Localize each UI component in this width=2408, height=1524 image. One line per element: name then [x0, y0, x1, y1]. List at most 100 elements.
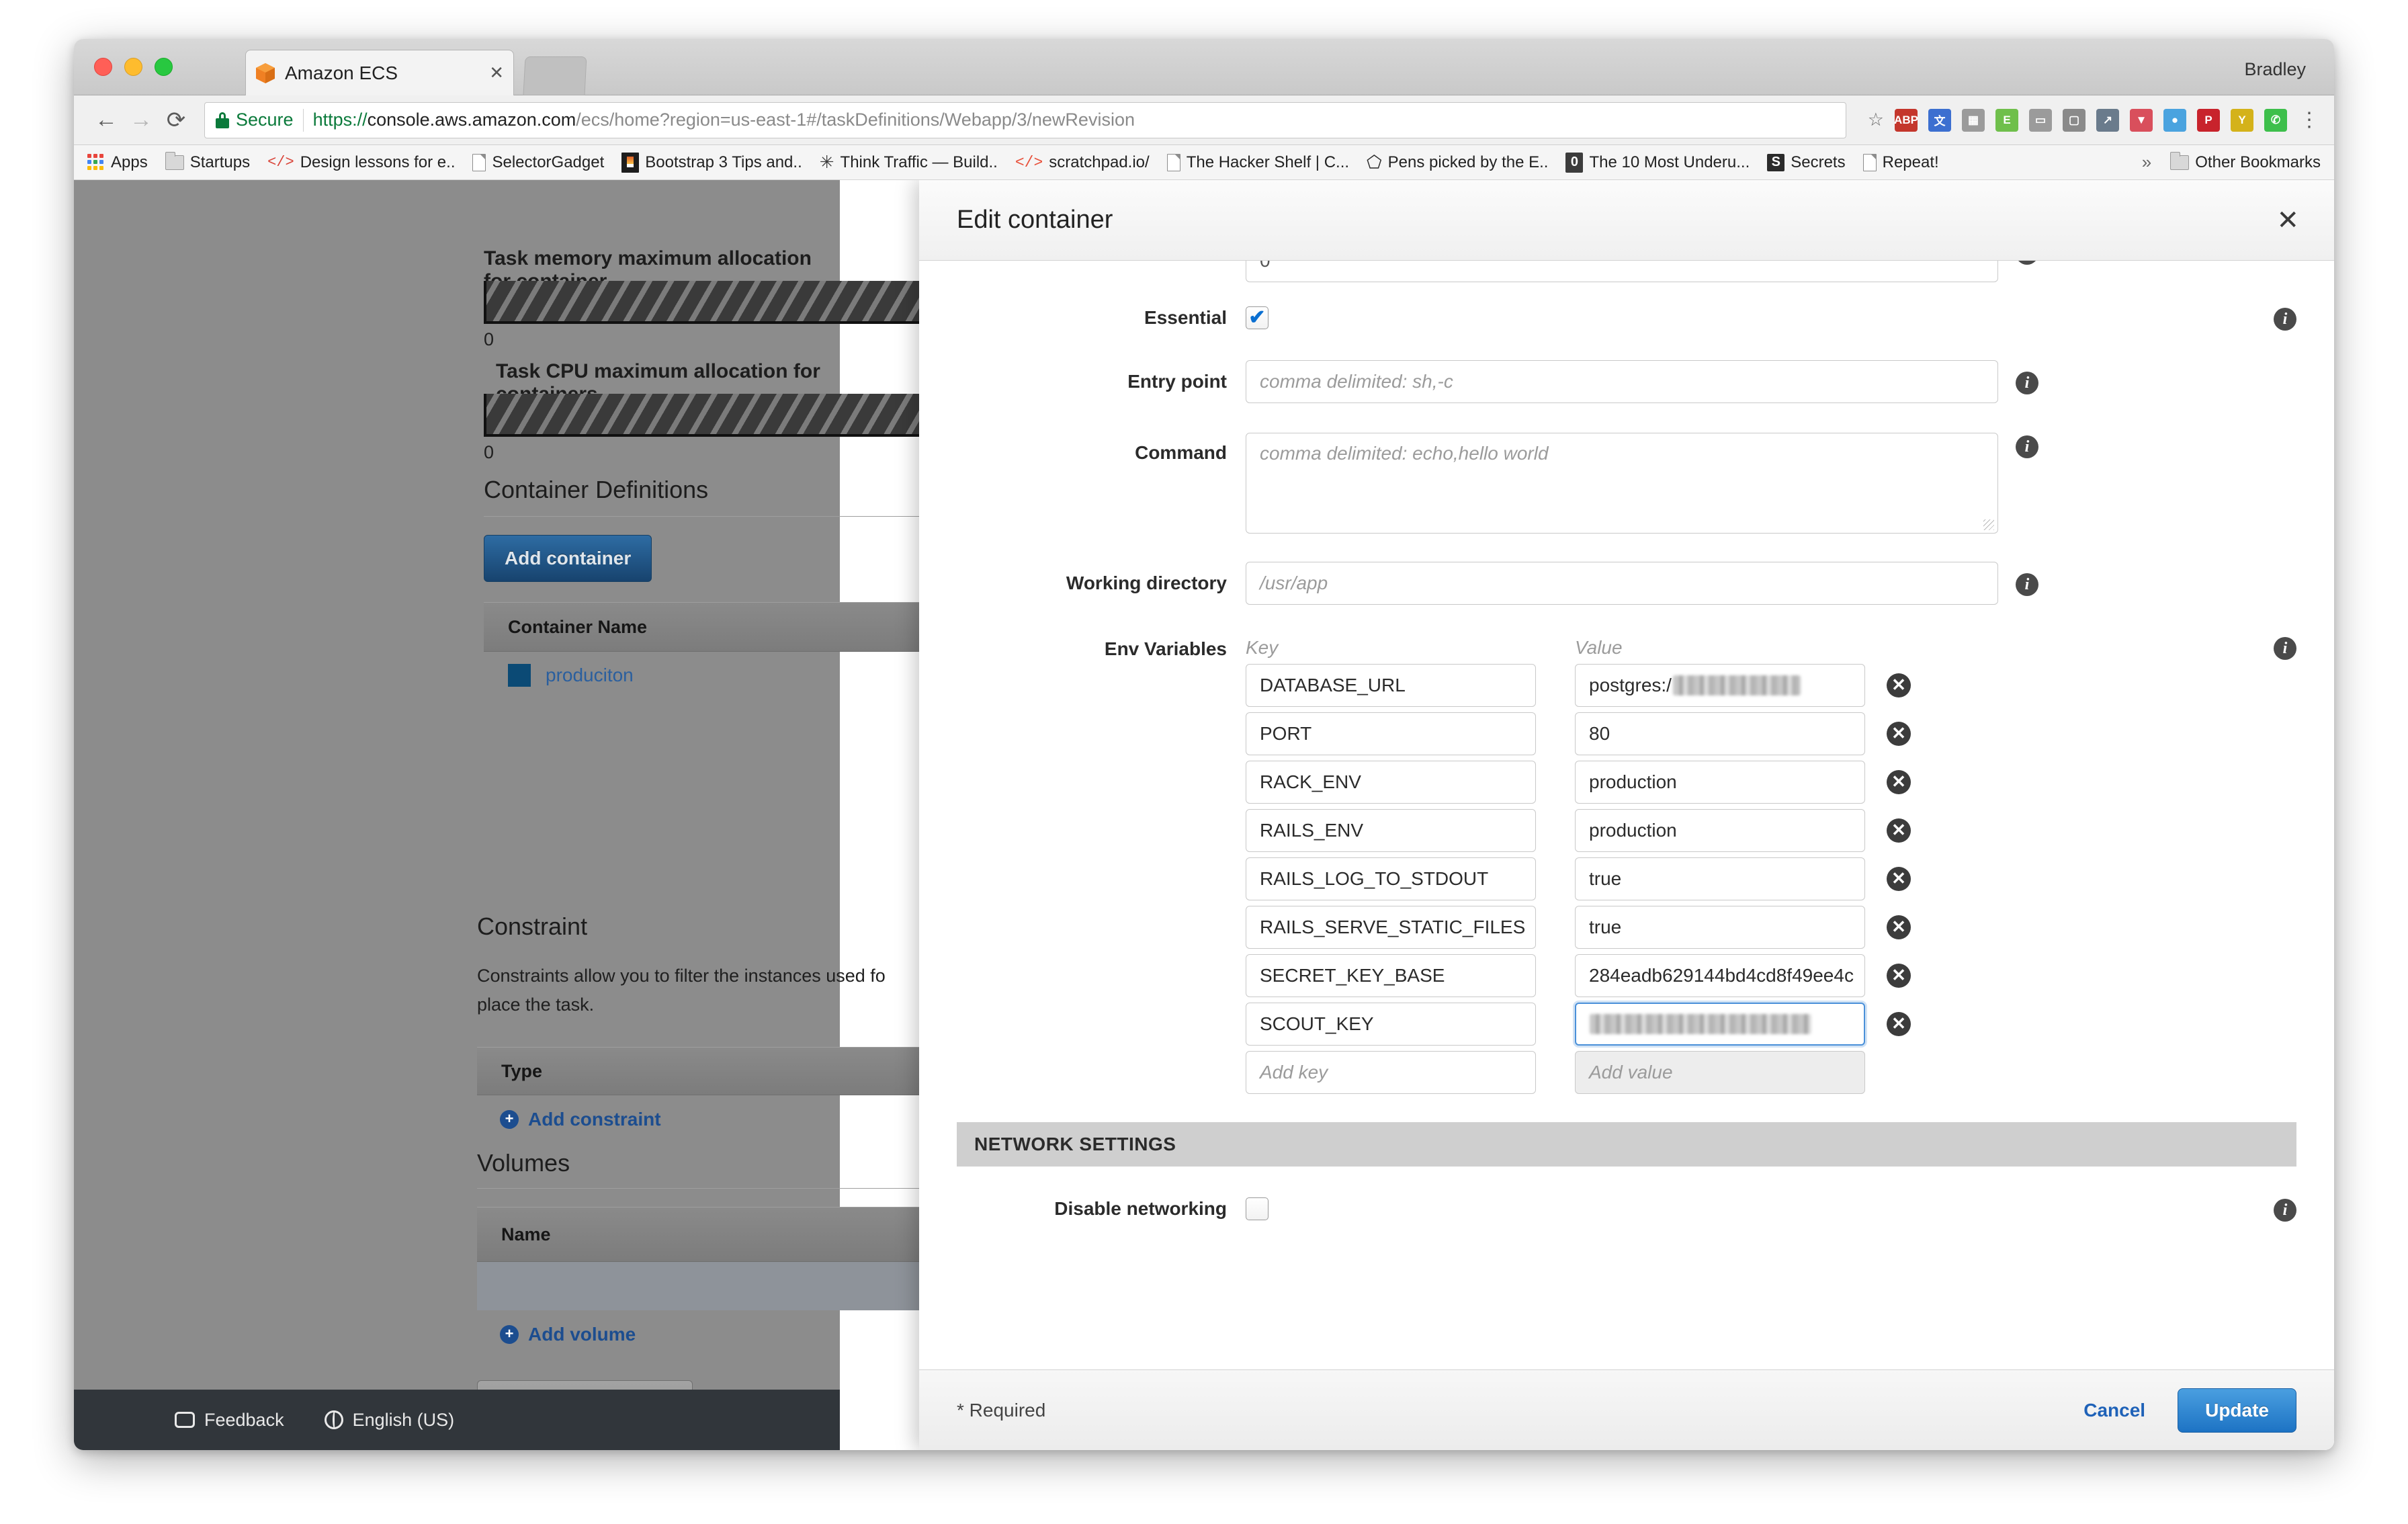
add-volume-link[interactable]: + Add volume	[500, 1324, 636, 1345]
essential-checkbox[interactable]: ✔	[1246, 306, 1268, 329]
puzzle-extension-icon[interactable]: ▦	[1962, 108, 1985, 132]
pocket-extension-icon[interactable]: ▼	[2130, 108, 2153, 132]
reload-icon[interactable]: ⟳	[159, 103, 194, 138]
back-icon[interactable]: ←	[89, 103, 124, 138]
constraint-description: Constraints allow you to filter the inst…	[477, 966, 886, 986]
console-content: Task memory maximum allocation for conta…	[74, 180, 941, 1450]
info-icon[interactable]: i	[2016, 261, 2038, 265]
entry-point-input[interactable]: comma delimited: sh,-c	[1246, 360, 1998, 403]
required-note: * Required	[957, 1399, 1046, 1421]
remove-env-variable-button[interactable]: ✕	[1887, 1012, 1911, 1036]
remove-env-variable-button[interactable]: ✕	[1887, 964, 1911, 988]
bookmark-scratchpad[interactable]: </> scratchpad.io/	[1015, 153, 1150, 172]
info-icon[interactable]: i	[2274, 637, 2296, 660]
yandex-extension-icon[interactable]: Y	[2231, 108, 2253, 132]
add-container-button[interactable]: Add container	[484, 535, 652, 582]
info-icon[interactable]: i	[2016, 372, 2038, 394]
forward-icon[interactable]: →	[124, 103, 159, 138]
env-value-input[interactable]: production	[1575, 761, 1865, 804]
address-bar[interactable]: Secure https://console.aws.amazon.com/ec…	[204, 101, 1846, 138]
cpu-units-input[interactable]: 0	[1246, 261, 1998, 282]
new-tab-button[interactable]	[523, 56, 587, 95]
env-key-input[interactable]: DATABASE_URL	[1246, 664, 1536, 707]
bookmark-selectorgadget[interactable]: SelectorGadget	[472, 153, 604, 172]
tab-extension-icon[interactable]: ▭	[2029, 108, 2052, 132]
env-key-header: Key	[1246, 637, 1279, 658]
close-icon[interactable]: ✕	[2276, 207, 2299, 234]
command-row: Command comma delimited: echo,hello worl…	[957, 433, 2296, 534]
env-variable-row: SCOUT_KEY ✕	[1246, 1003, 2256, 1046]
globe-extension-icon[interactable]: ●	[2163, 108, 2186, 132]
env-value-input[interactable]: true	[1575, 906, 1865, 949]
bookmark-startups[interactable]: Startups	[165, 151, 250, 172]
bookmark-think-traffic[interactable]: ✳ Think Traffic — Build..	[820, 152, 998, 173]
bookmark-apps[interactable]: Apps	[87, 153, 148, 172]
add-constraint-link[interactable]: + Add constraint	[500, 1109, 661, 1130]
browser-tab[interactable]: Amazon ECS ✕	[245, 50, 514, 95]
remove-env-variable-button[interactable]: ✕	[1887, 867, 1911, 891]
env-key-input[interactable]: PORT	[1246, 712, 1536, 755]
adblock-extension-icon[interactable]: ABP	[1894, 108, 1918, 132]
env-key-input[interactable]: SECRET_KEY_BASE	[1246, 954, 1536, 997]
translate-extension-icon[interactable]: 文	[1928, 108, 1951, 132]
env-value-input[interactable]: true	[1575, 857, 1865, 900]
bookmark-star-icon[interactable]: ☆	[1868, 110, 1884, 130]
bookmark-design-lessons[interactable]: </> Design lessons for e..	[267, 153, 455, 172]
note-extension-icon[interactable]: ▢	[2063, 108, 2086, 132]
modal-body[interactable]: CPU units 0 i Essential ✔ i	[919, 261, 2334, 1369]
remove-env-variable-button[interactable]: ✕	[1887, 818, 1911, 843]
env-key-input[interactable]: RAILS_SERVE_STATIC_FILES	[1246, 906, 1536, 949]
info-icon[interactable]: i	[2274, 1199, 2296, 1222]
info-icon[interactable]: i	[2016, 435, 2038, 458]
bookmark-label: Think Traffic — Build..	[840, 153, 998, 171]
remove-env-variable-button[interactable]: ✕	[1887, 722, 1911, 746]
pinterest-extension-icon[interactable]: P	[2197, 108, 2220, 132]
bookmark-codepen-picks[interactable]: ⬠ Pens picked by the E..	[1367, 152, 1548, 173]
table-row[interactable]: produciton	[484, 652, 941, 699]
env-value-input[interactable]: 80	[1575, 712, 1865, 755]
bookmark-ten-most-underused[interactable]: 0 The 10 Most Underu...	[1565, 152, 1750, 173]
update-button[interactable]: Update	[2178, 1388, 2296, 1433]
container-name-link[interactable]: produciton	[546, 665, 634, 686]
remove-env-variable-button[interactable]: ✕	[1887, 673, 1911, 697]
minimize-window-button[interactable]	[124, 58, 142, 76]
disable-networking-checkbox[interactable]	[1246, 1197, 1268, 1220]
env-value-input[interactable]: production	[1575, 809, 1865, 852]
resize-handle[interactable]	[1983, 519, 1994, 530]
env-value-input[interactable]: postgres:/	[1575, 664, 1865, 707]
info-icon[interactable]: i	[2016, 573, 2038, 596]
working-directory-input[interactable]: /usr/app	[1246, 562, 1998, 605]
language-selector[interactable]: English (US)	[324, 1410, 454, 1431]
whatsapp-extension-icon[interactable]: ✆	[2264, 108, 2287, 132]
cancel-button[interactable]: Cancel	[2083, 1400, 2145, 1421]
other-bookmarks-folder[interactable]: Other Bookmarks	[2170, 151, 2321, 172]
bookmark-repeat[interactable]: Repeat!	[1862, 153, 1939, 172]
env-key-input[interactable]: RAILS_LOG_TO_STDOUT	[1246, 857, 1536, 900]
entry-point-row: Entry point comma delimited: sh,-c i	[957, 360, 2296, 403]
remove-env-variable-button[interactable]: ✕	[1887, 770, 1911, 794]
browser-menu-icon[interactable]: ⋮	[2299, 108, 2319, 132]
close-window-button[interactable]	[94, 58, 112, 76]
bookmark-bootstrap-tips[interactable]: Bootstrap 3 Tips and..	[621, 152, 802, 173]
env-key-input[interactable]: RAILS_ENV	[1246, 809, 1536, 852]
env-value-input[interactable]	[1575, 1003, 1865, 1046]
close-icon[interactable]: ✕	[489, 62, 504, 83]
env-new-value-input[interactable]: Add value	[1575, 1051, 1865, 1094]
env-value-input[interactable]: 284eadb629144bd4cd8f49ee4c	[1575, 954, 1865, 997]
bookmark-secrets[interactable]: S Secrets	[1767, 153, 1846, 172]
env-key-input[interactable]: SCOUT_KEY	[1246, 1003, 1536, 1046]
env-key-input[interactable]: RACK_ENV	[1246, 761, 1536, 804]
evernote-extension-icon[interactable]: E	[1995, 108, 2018, 132]
bookmark-hacker-shelf[interactable]: The Hacker Shelf | C...	[1166, 153, 1349, 172]
maximize-window-button[interactable]	[155, 58, 173, 76]
command-textarea[interactable]: comma delimited: echo,hello world	[1246, 433, 1998, 534]
remove-env-variable-button[interactable]: ✕	[1887, 915, 1911, 939]
env-new-key-input[interactable]: Add key	[1246, 1051, 1536, 1094]
info-icon[interactable]: i	[2274, 308, 2296, 331]
analytics-extension-icon[interactable]: ↗	[2096, 108, 2119, 132]
browser-profile-name[interactable]: Bradley	[2244, 59, 2306, 80]
url-scheme: https://	[312, 110, 368, 130]
chevron-double-right-icon[interactable]: »	[2142, 152, 2151, 173]
browser-toolbar: ← → ⟳ Secure https://console.aws.amazon.…	[74, 95, 2334, 145]
feedback-link[interactable]: Feedback	[175, 1410, 284, 1431]
